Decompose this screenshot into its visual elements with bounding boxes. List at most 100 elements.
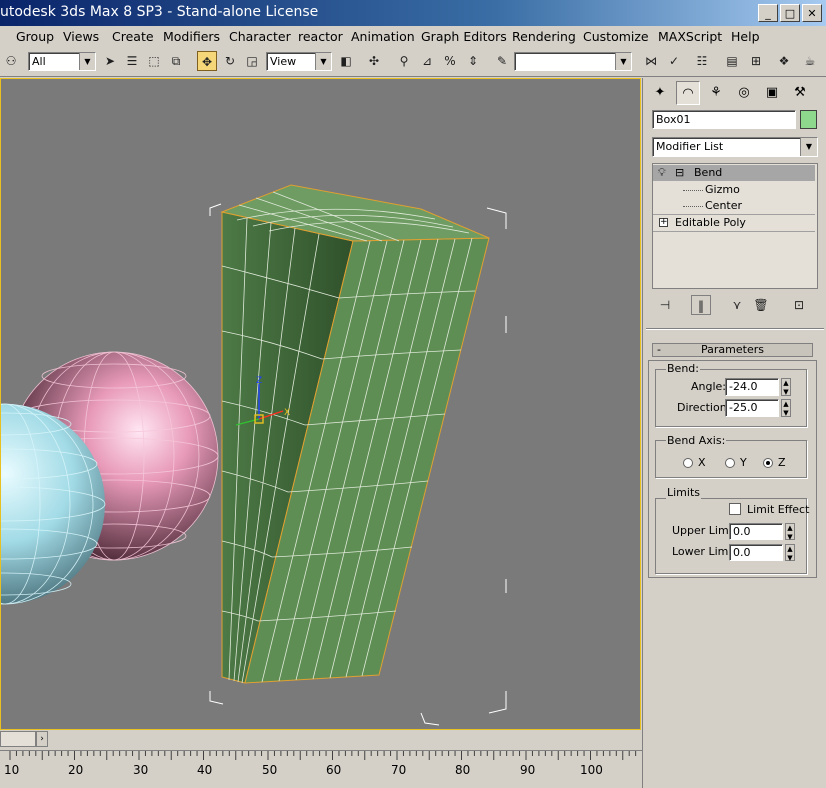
display-tab-icon[interactable]: ▣ xyxy=(760,81,784,105)
stack-item-center[interactable]: Center xyxy=(653,198,815,215)
chevron-down-icon: ▼ xyxy=(315,53,331,70)
mirror-icon[interactable]: ⋈ xyxy=(641,51,661,71)
layer-manager-icon[interactable]: ☷ xyxy=(692,51,712,71)
menu-reactor[interactable]: reactor xyxy=(298,29,343,44)
create-tab-icon[interactable]: ✦ xyxy=(648,81,672,105)
angle-label: Angle: xyxy=(691,380,727,393)
rectangular-selection-icon[interactable]: ⬚ xyxy=(144,51,164,71)
modifier-list-dropdown[interactable]: Modifier List ▼ xyxy=(652,137,818,157)
render-scene-icon[interactable]: ☕ xyxy=(800,51,820,71)
menu-create[interactable]: Create xyxy=(112,29,154,44)
select-and-scale-icon[interactable]: ◲ xyxy=(242,51,262,71)
modifier-stack[interactable]: 💡︎ ⊟ Bend Gizmo Center + Editable Poly xyxy=(652,163,818,289)
hierarchy-tab-icon[interactable]: ⚘ xyxy=(704,81,728,105)
axis-x-radio[interactable] xyxy=(683,458,693,468)
menu-help[interactable]: Help xyxy=(731,29,760,44)
menu-modifiers[interactable]: Modifiers xyxy=(163,29,220,44)
selection-filter-dropdown[interactable]: All ▼ xyxy=(28,52,96,71)
title-bar: utodesk 3ds Max 8 SP3 - Stand-alone Lice… xyxy=(0,0,826,26)
object-name-field[interactable]: Box01 xyxy=(652,110,796,129)
rollout-title: Parameters xyxy=(701,343,764,356)
utilities-tab-icon[interactable]: ⚒ xyxy=(788,81,812,105)
stack-item-editable-poly[interactable]: + Editable Poly xyxy=(653,215,815,232)
make-unique-icon[interactable]: ⋎ xyxy=(727,295,747,315)
bend-axis-label: Bend Axis: xyxy=(666,434,727,447)
direction-spinner[interactable]: ▲ ▼ xyxy=(781,399,791,417)
window-crossing-icon[interactable]: ⧉ xyxy=(166,51,186,71)
manipulate-icon[interactable]: ✣ xyxy=(364,51,384,71)
axis-y-label: Y xyxy=(740,456,747,469)
select-and-rotate-icon[interactable]: ↻ xyxy=(220,51,240,71)
angle-spinner[interactable]: ▲ ▼ xyxy=(781,378,791,396)
menu-rendering[interactable]: Rendering xyxy=(512,29,576,44)
material-editor-icon[interactable]: ❖ xyxy=(774,51,794,71)
angle-snap-icon[interactable]: ⊿ xyxy=(417,51,437,71)
tick-label: 20 xyxy=(68,763,84,777)
spinner-snap-icon[interactable]: ⇕ xyxy=(463,51,483,71)
close-button[interactable]: ✕ xyxy=(802,4,822,22)
menu-customize[interactable]: Customize xyxy=(583,29,649,44)
schematic-view-icon[interactable]: ⊞ xyxy=(746,51,766,71)
remove-modifier-icon[interactable]: 🗑︎ xyxy=(751,295,771,315)
lightbulb-icon[interactable]: 💡︎ xyxy=(658,165,666,181)
time-next-icon[interactable]: › xyxy=(36,731,48,747)
tick-label: 90 xyxy=(520,763,536,777)
modify-tab-icon[interactable]: ◠ xyxy=(676,81,700,105)
menu-views[interactable]: Views xyxy=(63,29,99,44)
pivot-center-icon[interactable]: ◧ xyxy=(336,51,356,71)
menu-group[interactable]: Group xyxy=(16,29,54,44)
select-and-move-icon[interactable]: ✥ xyxy=(197,51,217,71)
upper-limit-spinner[interactable]: ▲ ▼ xyxy=(785,523,795,541)
limits-group-label: Limits xyxy=(666,486,701,499)
parameters-rollout-header[interactable]: - Parameters xyxy=(652,343,813,357)
pin-stack-icon[interactable]: ⊣ xyxy=(655,295,675,315)
select-by-name-icon[interactable]: ☰ xyxy=(122,51,142,71)
divider xyxy=(646,328,824,329)
bent-box[interactable] xyxy=(220,184,490,684)
menu-maxscript[interactable]: MAXScript xyxy=(658,29,722,44)
tick-label: 100 xyxy=(580,763,603,777)
reference-coordinate-dropdown[interactable]: View ▼ xyxy=(266,52,332,71)
svg-text:Z: Z xyxy=(256,376,262,386)
main-toolbar: ⚇ All ▼ ➤ ☰ ⬚ ⧉ ✥ ↻ ◲ View ▼ ◧ ✣ ⚲ ⊿ % ⇕… xyxy=(0,48,826,77)
percent-snap-icon[interactable]: % xyxy=(440,51,460,71)
collapse-icon[interactable]: ⊟ xyxy=(675,165,684,181)
time-slider-thumb[interactable] xyxy=(0,731,36,747)
menu-character[interactable]: Character xyxy=(229,29,291,44)
stack-item-bend[interactable]: 💡︎ ⊟ Bend xyxy=(653,165,815,181)
edit-named-selection-icon[interactable]: ✎ xyxy=(492,51,512,71)
menu-animation[interactable]: Animation xyxy=(351,29,415,44)
bend-group-label: Bend: xyxy=(666,362,700,375)
upper-limit-input[interactable]: 0.0 xyxy=(729,523,783,540)
chevron-down-icon: ▼ xyxy=(800,138,817,156)
expand-icon[interactable]: + xyxy=(659,218,668,227)
align-icon[interactable]: ✓ xyxy=(664,51,684,71)
object-color-swatch[interactable] xyxy=(800,110,817,129)
select-object-icon[interactable]: ➤ xyxy=(100,51,120,71)
stack-item-gizmo[interactable]: Gizmo xyxy=(653,182,815,198)
stack-item-label: Center xyxy=(705,199,743,212)
lower-limit-input[interactable]: 0.0 xyxy=(729,544,783,561)
direction-input[interactable]: -25.0 xyxy=(725,399,779,417)
lower-limit-spinner[interactable]: ▲ ▼ xyxy=(785,544,795,562)
angle-input[interactable]: -24.0 xyxy=(725,378,779,396)
timeline-ruler[interactable]: 10 20 30 40 50 60 70 80 90 100 xyxy=(0,750,642,781)
bind-space-warp-icon[interactable]: ⚇ xyxy=(1,51,21,71)
window-title: utodesk 3ds Max 8 SP3 - Stand-alone Lice… xyxy=(0,4,319,20)
time-slider[interactable]: › xyxy=(0,731,642,748)
maximize-button[interactable]: □ xyxy=(780,4,800,22)
curve-editor-icon[interactable]: ▤ xyxy=(722,51,742,71)
menu-graph-editors[interactable]: Graph Editors xyxy=(421,29,507,44)
axis-y-radio[interactable] xyxy=(725,458,735,468)
tree-line xyxy=(683,190,703,191)
minimize-button[interactable]: _ xyxy=(758,4,778,22)
named-selection-dropdown[interactable]: ▼ xyxy=(514,52,632,71)
perspective-viewport[interactable]: Z X xyxy=(0,78,641,730)
limit-effect-checkbox[interactable] xyxy=(729,503,741,515)
configure-sets-icon[interactable]: ⊡ xyxy=(789,295,809,315)
snap-toggle-icon[interactable]: ⚲ xyxy=(394,51,414,71)
show-end-result-icon[interactable]: ‖ xyxy=(691,295,711,315)
axis-z-radio[interactable] xyxy=(763,458,773,468)
viewport-scene: Z X xyxy=(1,184,507,726)
motion-tab-icon[interactable]: ◎ xyxy=(732,81,756,105)
